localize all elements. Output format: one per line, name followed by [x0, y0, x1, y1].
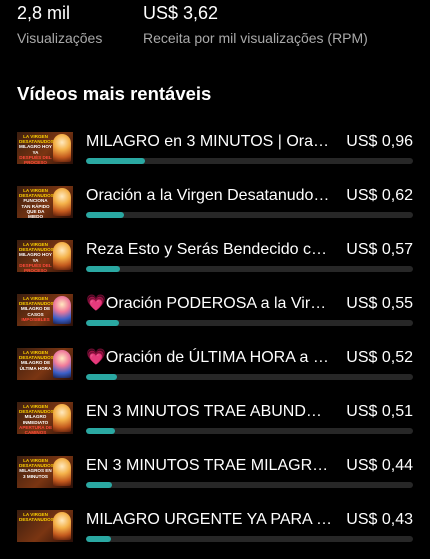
virgin-image	[53, 134, 71, 162]
top-earning-videos-list: La Virgen Desatanudos Milagro hoy ya Des…	[0, 127, 430, 559]
thumbnail-caption-middle: Milagro de Última Hora	[19, 360, 52, 371]
video-row[interactable]: La Virgen Desatanudos Milagro hoy ya Des…	[0, 235, 430, 289]
video-thumbnail[interactable]: La Virgen Desatanudos Milagro Inmediato …	[17, 402, 73, 434]
video-title[interactable]: Reza Esto y Serás Bendecido con...	[86, 240, 332, 260]
revenue-bar-track	[86, 320, 413, 326]
thumbnail-caption: La Virgen Desatanudos Milagro de Casos I…	[19, 296, 54, 322]
video-revenue: US$ 0,44	[346, 457, 413, 474]
virgin-image	[53, 404, 71, 432]
views-value: 2,8 mil	[17, 3, 71, 23]
video-revenue: US$ 0,57	[346, 241, 413, 258]
thumbnail-caption-middle: Milagro hoy ya	[19, 252, 52, 263]
revenue-bar-track	[86, 374, 413, 380]
stats-summary: 2,8 mil Visualizações US$ 3,62 Receita p…	[0, 0, 430, 52]
video-thumbnail[interactable]: La Virgen Desatanudos Milagro hoy ya Des…	[17, 240, 73, 272]
revenue-bar-track	[86, 536, 413, 542]
virgin-image	[53, 296, 71, 324]
video-title[interactable]: MILAGRO URGENTE YA PARA TI...	[86, 510, 332, 530]
thumbnail-caption-bottom: Apertura de Caminos	[19, 424, 53, 434]
virgin-image	[53, 242, 71, 270]
video-thumbnail[interactable]: La Virgen Desatanudos Milagro hoy ya Des…	[17, 132, 73, 164]
video-title[interactable]: 💗Oración de ÚLTIMA HORA a la...	[86, 348, 332, 368]
revenue-bar-fill	[86, 536, 111, 542]
revenue-bar-fill	[86, 482, 113, 488]
thumbnail-caption-bottom: Imposibles	[21, 316, 50, 322]
video-title[interactable]: MILAGRO en 3 MINUTOS | Oración...	[86, 132, 332, 152]
views-stat: 2,8 mil Visualizações	[17, 2, 102, 47]
video-title[interactable]: Oración a la Virgen Desatanudos...	[86, 186, 332, 206]
revenue-bar-track	[86, 428, 413, 434]
video-revenue: US$ 0,96	[346, 133, 413, 150]
video-thumbnail[interactable]: La Virgen Desatanudos	[17, 510, 73, 542]
revenue-bar-fill	[86, 428, 116, 434]
video-revenue: US$ 0,52	[346, 349, 413, 366]
thumbnail-caption-top: La Virgen Desatanudos	[19, 350, 54, 361]
revenue-bar-track	[86, 482, 413, 488]
thumbnail-caption-top: La Virgen Desatanudos	[19, 512, 54, 523]
virgin-image	[53, 512, 71, 540]
thumbnail-caption-top: La Virgen Desatanudos	[19, 242, 54, 253]
video-title[interactable]: 💗Oración PODEROSA a la Virgen...	[86, 294, 332, 314]
revenue-bar-fill	[86, 158, 145, 164]
thumbnail-caption: La Virgen Desatanudos Milagro de Última …	[19, 350, 54, 371]
thumbnail-caption: La Virgen Desatanudos Milagros en 3 minu…	[19, 458, 54, 479]
thumbnail-caption: La Virgen Desatanudos Milagro Inmediato …	[19, 404, 54, 434]
virgin-image	[53, 188, 71, 216]
rpm-stat: US$ 3,62 Receita por mil visualizações (…	[143, 2, 368, 47]
revenue-bar-fill	[86, 320, 119, 326]
thumbnail-caption: La Virgen Desatanudos Funciona tan rápid…	[19, 188, 54, 218]
thumbnail-caption-middle: Milagro Inmediato	[22, 414, 49, 425]
video-revenue: US$ 0,55	[346, 295, 413, 312]
video-row[interactable]: La Virgen Desatanudos Milagros en 3 minu…	[0, 451, 430, 505]
revenue-bar-track	[86, 266, 413, 272]
revenue-bar-fill	[86, 374, 118, 380]
video-row[interactable]: La Virgen Desatanudos Milagro de Última …	[0, 343, 430, 397]
revenue-bar-fill	[86, 266, 121, 272]
video-row[interactable]: La Virgen Desatanudos Milagro Inmediato …	[0, 397, 430, 451]
video-revenue: US$ 0,51	[346, 403, 413, 420]
video-row[interactable]: La Virgen Desatanudos Milagro de Casos I…	[0, 289, 430, 343]
thumbnail-caption-bottom: Después del Proceso Increíble	[19, 154, 52, 164]
thumbnail-caption-bottom: Después del Proceso Increíble	[19, 262, 52, 272]
thumbnail-caption-top: La Virgen Desatanudos	[19, 296, 54, 307]
views-label: Visualizações	[17, 30, 103, 46]
revenue-bar-fill	[86, 212, 124, 218]
thumbnail-caption: La Virgen Desatanudos Milagro hoy ya Des…	[19, 134, 54, 164]
video-thumbnail[interactable]: La Virgen Desatanudos Milagro de Casos I…	[17, 294, 73, 326]
rpm-value: US$ 3,62	[143, 3, 219, 23]
thumbnail-caption-top: La Virgen Desatanudos	[19, 458, 54, 469]
rpm-label: Receita por mil visualizações (RPM)	[143, 30, 368, 46]
thumbnail-caption: La Virgen Desatanudos	[19, 512, 54, 523]
video-revenue: US$ 0,43	[346, 511, 413, 528]
video-thumbnail[interactable]: La Virgen Desatanudos Funciona tan rápid…	[17, 186, 73, 218]
video-title[interactable]: EN 3 MINUTOS TRAE MILAGROS...	[86, 456, 332, 476]
thumbnail-caption-middle: Funciona tan rápido que da miedo	[21, 198, 50, 218]
video-thumbnail[interactable]: La Virgen Desatanudos Milagros en 3 minu…	[17, 456, 73, 488]
thumbnail-caption-top: La Virgen Desatanudos	[19, 134, 54, 145]
virgin-image	[53, 458, 71, 486]
thumbnail-caption-middle: Milagro de Casos	[20, 306, 51, 317]
video-row[interactable]: La Virgen Desatanudos Funciona tan rápid…	[0, 181, 430, 235]
video-title[interactable]: EN 3 MINUTOS TRAE ABUNDANCIA...	[86, 402, 332, 422]
video-row[interactable]: La Virgen Desatanudos MILAGRO URGENTE YA…	[0, 505, 430, 559]
thumbnail-caption: La Virgen Desatanudos Milagro hoy ya Des…	[19, 242, 54, 272]
revenue-bar-track	[86, 158, 413, 164]
thumbnail-caption-top: La Virgen Desatanudos	[19, 404, 54, 415]
video-row[interactable]: La Virgen Desatanudos Milagro hoy ya Des…	[0, 127, 430, 181]
thumbnail-caption-middle: Milagros en 3 minutos	[19, 468, 52, 479]
thumbnail-caption-top: La Virgen Desatanudos	[19, 188, 54, 199]
revenue-bar-track	[86, 212, 413, 218]
virgin-image	[53, 350, 71, 378]
thumbnail-caption-middle: Milagro hoy ya	[19, 144, 52, 155]
video-thumbnail[interactable]: La Virgen Desatanudos Milagro de Última …	[17, 348, 73, 380]
section-title: Vídeos mais rentáveis	[17, 83, 212, 104]
video-revenue: US$ 0,62	[346, 187, 413, 204]
